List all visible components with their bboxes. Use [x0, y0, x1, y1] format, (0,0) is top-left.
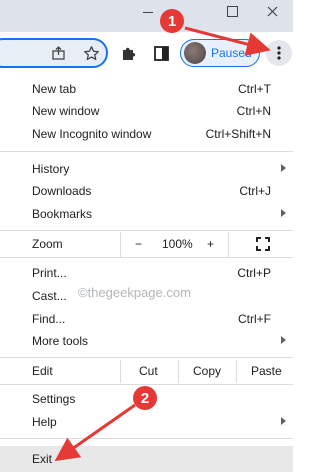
submenu-arrow-icon	[281, 336, 286, 344]
share-button[interactable]	[48, 42, 70, 64]
step-badge-2: 2	[133, 386, 157, 410]
fullscreen-icon	[256, 237, 270, 251]
cut-label: Cut	[139, 364, 158, 378]
menu-item-history[interactable]: History	[0, 158, 293, 181]
menu-item-label: Settings	[32, 392, 76, 406]
menu-item-label: Bookmarks	[32, 207, 93, 221]
shortcut-label: Ctrl+N	[236, 104, 271, 118]
chrome-menu-button[interactable]	[266, 40, 292, 66]
shortcut-label: Ctrl+Shift+N	[205, 127, 271, 141]
menu-item-label: History	[32, 162, 70, 176]
copy-label: Copy	[193, 364, 222, 378]
paste-label: Paste	[251, 364, 282, 378]
menu-item-label: New Incognito window	[32, 127, 152, 141]
submenu-arrow-icon	[281, 417, 286, 425]
zoom-level: 100%	[162, 237, 193, 251]
menu-item-more-tools[interactable]: More tools	[0, 330, 293, 353]
watermark: ©thegeekpage.com	[78, 285, 191, 300]
menu-item-label: Find...	[32, 312, 66, 326]
paste-button[interactable]: Paste	[236, 360, 294, 383]
side-panel-icon	[153, 45, 169, 61]
menu-item-exit[interactable]: Exit	[0, 446, 293, 472]
maximize-icon	[226, 5, 238, 17]
menu-item-new-incognito-window[interactable]: New Incognito window Ctrl+Shift+N	[0, 123, 293, 146]
profile-status-label: Paused	[211, 46, 252, 60]
three-dots-icon	[277, 46, 281, 60]
menu-divider	[0, 151, 293, 152]
star-icon	[83, 45, 99, 60]
step-badge-1: 1	[160, 9, 184, 33]
browser-toolbar: Paused	[0, 32, 293, 74]
menu-item-bookmarks[interactable]: Bookmarks	[0, 203, 293, 226]
menu-item-print[interactable]: Print... Ctrl+P	[0, 262, 293, 285]
menu-item-label: Print...	[32, 266, 67, 280]
copy-button[interactable]: Copy	[178, 360, 237, 383]
zoom-label: Zoom	[32, 237, 63, 251]
menu-divider	[0, 230, 293, 231]
profile-button[interactable]: Paused	[180, 39, 260, 67]
edit-label: Edit	[32, 364, 53, 378]
menu-divider	[0, 257, 293, 258]
extensions-button[interactable]	[118, 42, 140, 64]
side-panel-button[interactable]	[150, 42, 172, 64]
menu-item-label: Cast...	[32, 289, 67, 303]
menu-item-new-window[interactable]: New window Ctrl+N	[0, 100, 293, 123]
menu-item-label: Downloads	[32, 184, 92, 198]
menu-divider	[0, 357, 293, 358]
fullscreen-button[interactable]	[228, 232, 294, 257]
menu-item-label: Help	[32, 415, 57, 429]
menu-item-new-tab[interactable]: New tab Ctrl+T	[0, 78, 293, 101]
maximize-button[interactable]	[212, 0, 252, 22]
menu-item-label: New window	[32, 104, 100, 118]
close-icon	[267, 6, 277, 16]
minimize-icon	[143, 11, 153, 13]
menu-item-label: New tab	[32, 82, 77, 96]
puzzle-icon	[123, 47, 136, 60]
bookmark-star-button[interactable]	[80, 42, 102, 64]
menu-item-downloads[interactable]: Downloads Ctrl+J	[0, 180, 293, 203]
shortcut-label: Ctrl+T	[238, 82, 271, 96]
menu-item-label: Exit	[32, 452, 53, 466]
submenu-arrow-icon	[281, 164, 286, 172]
cut-button[interactable]: Cut	[120, 360, 179, 383]
zoom-minus-label: −	[135, 237, 143, 251]
zoom-out-button[interactable]: −	[120, 232, 159, 257]
zoom-in-button[interactable]: +	[198, 232, 228, 257]
shortcut-label: Ctrl+J	[239, 184, 271, 198]
close-window-button[interactable]	[252, 0, 292, 22]
menu-item-label: More tools	[32, 334, 89, 348]
title-bar	[0, 0, 293, 32]
zoom-plus-label: +	[207, 237, 215, 251]
menu-divider	[0, 384, 293, 385]
menu-item-find[interactable]: Find... Ctrl+F	[0, 308, 293, 331]
share-icon	[52, 46, 65, 60]
menu-item-help[interactable]: Help	[0, 411, 293, 434]
shortcut-label: Ctrl+P	[237, 266, 271, 280]
menu-divider	[0, 438, 293, 439]
shortcut-label: Ctrl+F	[238, 312, 271, 326]
submenu-arrow-icon	[281, 209, 286, 217]
avatar	[184, 42, 206, 64]
